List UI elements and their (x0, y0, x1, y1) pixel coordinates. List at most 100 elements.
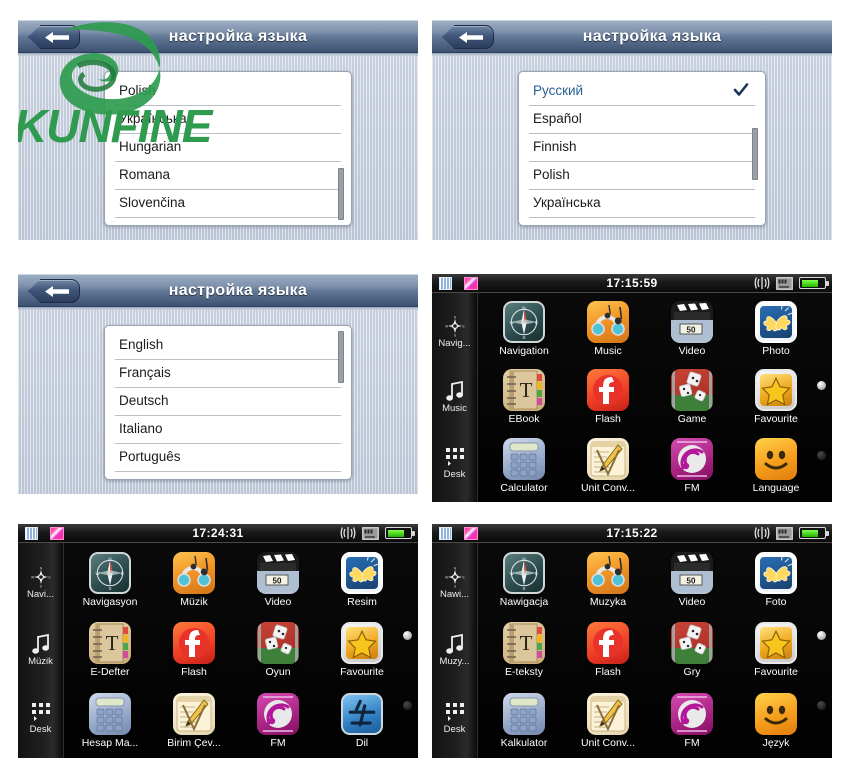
rail-item-1[interactable]: Music (432, 380, 478, 414)
page-dot-inactive[interactable] (403, 701, 412, 710)
app-tile[interactable]: Favourite (734, 363, 818, 431)
rail-item-0[interactable]: N W E S Navig... (432, 315, 478, 348)
app-tile[interactable]: T EBook (482, 363, 566, 431)
fm-radio-icon (671, 692, 713, 735)
list-scrollbar[interactable] (338, 331, 344, 383)
app-tile[interactable]: Język (734, 686, 818, 756)
app-label: Flash (595, 413, 621, 426)
app-tile[interactable]: Favourite (320, 615, 404, 685)
svg-text:W: W (445, 575, 449, 579)
page-dot-active[interactable] (817, 381, 826, 390)
list-item[interactable]: Romana (115, 162, 341, 190)
signal-waves-icon (754, 527, 770, 539)
app-tile[interactable]: Flash (566, 363, 650, 431)
page-title: настройка языка (168, 282, 308, 299)
list-item[interactable]: Português (115, 444, 341, 472)
rail-item-label: Navi... (27, 588, 54, 600)
app-tile[interactable]: Oyun (236, 615, 320, 685)
svg-text:N: N (522, 556, 525, 561)
rail-item-label: Desk (443, 724, 466, 736)
app-tile[interactable]: FM (650, 686, 734, 756)
app-tile[interactable]: Music (566, 295, 650, 363)
list-item[interactable]: Українська (115, 106, 341, 134)
list-scrollbar[interactable] (752, 128, 758, 180)
app-tile[interactable]: T E-teksty (482, 615, 566, 685)
list-item-selected[interactable]: Русский (529, 78, 755, 106)
list-scrollbar[interactable] (338, 168, 344, 220)
app-tile[interactable]: 50 Video (236, 545, 320, 615)
rail-item-2[interactable]: Desk (18, 701, 64, 735)
rail-item-label: Desk (29, 724, 52, 736)
app-tile[interactable]: Birim Çev... (152, 686, 236, 756)
list-item-label: Português (119, 449, 181, 464)
page-dot-inactive[interactable] (817, 701, 826, 710)
app-tile[interactable]: N W E S Nawigacja (482, 545, 566, 615)
app-tile[interactable]: Flash (566, 615, 650, 685)
rail-item-0[interactable]: N W E S Navi... (18, 566, 64, 600)
svg-text:E: E (462, 324, 465, 328)
app-label: Flash (181, 666, 207, 679)
list-item[interactable]: Finnish (529, 134, 755, 162)
list-item[interactable]: Español (529, 106, 755, 134)
app-tile[interactable]: Language (734, 432, 818, 500)
app-tile[interactable]: T E-Defter (68, 615, 152, 685)
app-label: Nawigacja (499, 596, 549, 609)
fm-radio-icon (257, 692, 299, 735)
app-tile[interactable]: Dil (320, 686, 404, 756)
app-tile[interactable]: Foto (734, 545, 818, 615)
unit-convert-icon (587, 437, 629, 480)
list-item[interactable]: Polish (115, 78, 341, 106)
rail-item-2[interactable]: Desk (432, 446, 478, 480)
app-label: E-Defter (90, 666, 130, 679)
list-item[interactable]: English (115, 332, 341, 360)
svg-text:N: N (39, 566, 42, 570)
list-item[interactable]: Deutsch (115, 388, 341, 416)
list-item[interactable]: Français (115, 360, 341, 388)
app-label: Language (752, 481, 800, 494)
list-item[interactable]: Slovenčina (115, 190, 341, 218)
rail-item-0[interactable]: N W E S Nawi... (432, 566, 478, 599)
app-tile[interactable]: Unit Conv... (566, 432, 650, 500)
flash-icon (587, 369, 629, 412)
app-tile[interactable]: 50 Video (650, 295, 734, 363)
list-item-label: Finnish (533, 139, 577, 154)
app-tile[interactable]: FM (650, 432, 734, 500)
app-tile[interactable]: Game (650, 363, 734, 431)
app-tile[interactable]: Hesap Ma... (68, 686, 152, 756)
app-tile[interactable]: Resim (320, 545, 404, 615)
page-dot-active[interactable] (817, 631, 826, 640)
app-tile[interactable]: Flash (152, 615, 236, 685)
svg-text:S: S (453, 584, 456, 588)
page-dot-inactive[interactable] (817, 451, 826, 460)
app-tile[interactable]: FM (236, 686, 320, 756)
app-tile[interactable]: Unit Conv... (566, 686, 650, 756)
compass-icon: N W E S (445, 315, 466, 336)
app-tile[interactable]: Kalkulator (482, 686, 566, 756)
list-item[interactable]: Українська (529, 190, 755, 218)
app-tile[interactable]: Müzik (152, 545, 236, 615)
home-launcher-screen-polish: 17:15:22 N W E S Nawi... Muzy... Desk N … (432, 524, 832, 758)
svg-text:T: T (520, 378, 533, 402)
app-label: Video (264, 596, 292, 609)
app-tile[interactable]: Photo (734, 295, 818, 363)
page-dot-active[interactable] (403, 631, 412, 640)
video-icon: 50 (671, 301, 713, 344)
title-bar: настройка языка (432, 20, 832, 53)
app-tile[interactable]: N W E S Navigasyon (68, 545, 152, 615)
svg-text:S: S (39, 584, 42, 588)
list-item[interactable]: Polish (529, 162, 755, 190)
app-tile[interactable]: N W E S Navigation (482, 295, 566, 363)
app-tile[interactable]: Muzyka (566, 545, 650, 615)
rail-item-1[interactable]: Muzy... (432, 633, 478, 667)
app-tile[interactable]: Calculator (482, 432, 566, 500)
language-list: Русский Español Finnish Polish Українськ… (518, 71, 766, 226)
rail-item-1[interactable]: Müzik (18, 633, 64, 667)
list-item[interactable]: Italiano (115, 416, 341, 444)
list-item[interactable]: Hungarian (115, 134, 341, 162)
rail-item-2[interactable]: Desk (432, 701, 478, 735)
app-tile[interactable]: 50 Video (650, 545, 734, 615)
list-item-label: Slovenčina (119, 195, 186, 210)
app-tile[interactable]: Gry (650, 615, 734, 685)
app-tile[interactable]: Favourite (734, 615, 818, 685)
app-label: Flash (595, 666, 621, 679)
